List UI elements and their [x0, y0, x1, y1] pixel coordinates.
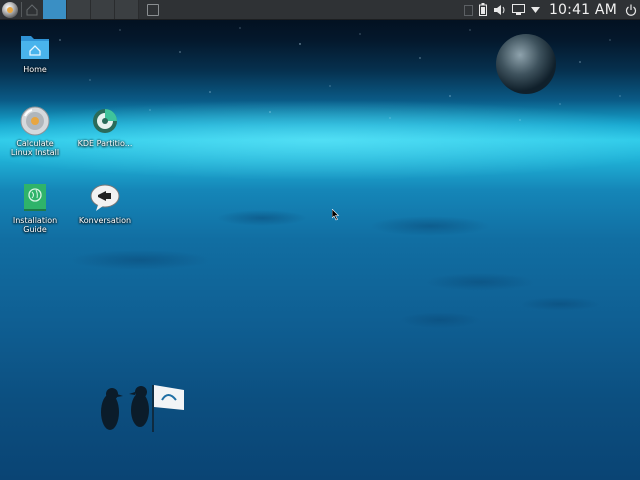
show-desktop-icon[interactable] [147, 3, 159, 16]
folder-home-icon [20, 32, 50, 62]
virtual-desktop-pager [43, 0, 139, 19]
battery-icon[interactable] [478, 0, 487, 19]
panel-separator [21, 2, 22, 17]
desktop-icon-kde-partition-manager[interactable]: KDE Partitio... [75, 106, 135, 148]
power-icon[interactable] [625, 0, 637, 19]
volume-icon[interactable] [493, 0, 506, 19]
clipboard-icon[interactable] [463, 0, 473, 19]
desktop-icon-label: Home [23, 65, 47, 74]
digital-clock[interactable]: 10:41 AM [549, 2, 617, 18]
home-folder-icon[interactable] [25, 3, 39, 17]
desktop-icon-konversation[interactable]: Konversation [75, 183, 135, 225]
mouse-cursor-icon [332, 209, 340, 221]
desktop-icon-home[interactable]: Home [5, 32, 65, 74]
system-tray: 10:41 AM [461, 0, 640, 19]
pager-desktop-1[interactable] [43, 0, 67, 19]
desktop-icon-label: Konversation [78, 216, 132, 225]
application-launcher-icon[interactable] [2, 1, 18, 18]
desktop-icon-installation-guide[interactable]: Installation Guide [5, 183, 65, 234]
pager-desktop-2[interactable] [67, 0, 91, 19]
pager-desktop-4[interactable] [115, 0, 139, 19]
desktop-icon-calculate-linux-install[interactable]: Calculate Linux Install [5, 106, 65, 157]
desktop-icon-label: Installation Guide [12, 216, 58, 234]
partition-manager-icon [90, 106, 120, 136]
chat-bubble-icon [90, 183, 120, 213]
desktop-icon-label: KDE Partitio... [77, 139, 133, 148]
expand-arrow-icon[interactable] [530, 0, 540, 19]
desktop-icon-label: Calculate Linux Install [10, 139, 60, 157]
installer-disc-icon [20, 106, 50, 136]
display-icon[interactable] [511, 0, 525, 19]
desktop-wallpaper [0, 27, 640, 432]
top-panel: 10:41 AM [0, 0, 640, 20]
penguins-with-flag [101, 385, 184, 432]
pager-desktop-3[interactable] [91, 0, 115, 19]
globe-guide-icon [20, 183, 50, 213]
